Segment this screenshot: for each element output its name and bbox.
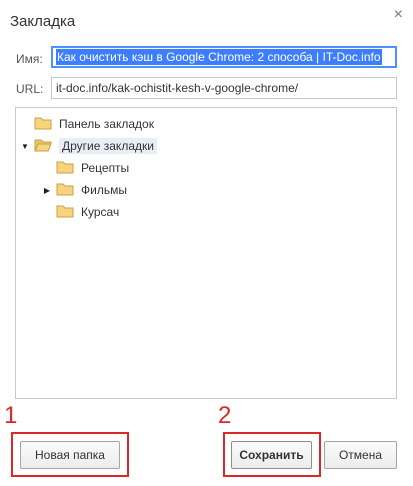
bookmark-dialog: Закладка × Имя: Как очистить кэш в Googl… — [0, 0, 413, 486]
save-button[interactable]: Сохранить — [231, 441, 312, 469]
tree-item-recipes[interactable]: Рецепты — [42, 158, 129, 178]
new-folder-button[interactable]: Новая папка — [20, 441, 120, 469]
chevron-right-icon[interactable]: ▶ — [42, 186, 52, 195]
tree-item-label: Другие закладки — [59, 138, 157, 154]
folder-icon — [56, 160, 74, 177]
close-icon[interactable]: × — [394, 7, 403, 23]
chevron-down-icon[interactable]: ▼ — [20, 142, 30, 151]
folder-icon — [56, 182, 74, 199]
name-field[interactable]: Как очистить кэш в Google Chrome: 2 спос… — [51, 46, 397, 68]
annotation-number-2: 2 — [218, 402, 232, 429]
tree-item-bookmarks-bar[interactable]: Панель закладок — [20, 114, 154, 134]
name-value: Как очистить кэш в Google Chrome: 2 спос… — [56, 49, 382, 65]
tree-item-other-bookmarks[interactable]: ▼ Другие закладки — [20, 136, 157, 156]
annotation-number-1: 1 — [4, 402, 18, 429]
name-label: Имя: — [16, 52, 43, 66]
tree-item-coursework[interactable]: Курсач — [42, 202, 119, 222]
folder-tree[interactable]: Панель закладок ▼ Другие закладки Рецепт… — [15, 107, 397, 399]
folder-icon — [56, 204, 74, 221]
tree-item-label: Курсач — [81, 205, 120, 219]
dialog-title: Закладка — [10, 13, 76, 30]
tree-item-movies[interactable]: ▶ Фильмы — [42, 180, 127, 200]
folder-icon — [34, 116, 52, 133]
folder-open-icon — [34, 138, 52, 155]
tree-item-label: Фильмы — [81, 183, 127, 197]
tree-item-label: Панель закладок — [59, 117, 154, 131]
url-label: URL: — [16, 82, 44, 96]
tree-item-label: Рецепты — [81, 161, 130, 175]
cancel-button[interactable]: Отмена — [324, 441, 397, 469]
url-field[interactable]: it-doc.info/kak-ochistit-kesh-v-google-c… — [51, 77, 397, 99]
